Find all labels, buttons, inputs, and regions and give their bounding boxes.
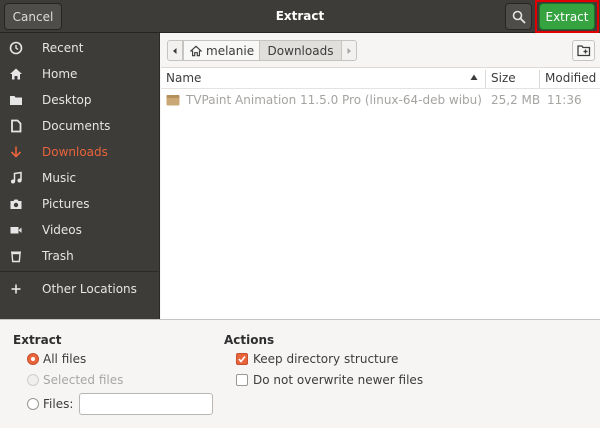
archive-icon [166, 95, 180, 106]
keep-structure-label: Keep directory structure [253, 352, 399, 366]
no-overwrite-checkbox[interactable]: Do not overwrite newer files [236, 373, 423, 387]
header-separator [161, 88, 600, 89]
chevron-right-icon [347, 47, 351, 54]
file-modified-cell: 11:36 [547, 93, 582, 107]
download-icon [8, 144, 24, 160]
sidebar-item-label: Recent [42, 41, 84, 55]
column-header-size-label: Size [491, 71, 516, 85]
search-icon [512, 10, 525, 23]
column-header-modified-label: Modified [545, 71, 597, 85]
keep-structure-checkbox[interactable]: Keep directory structure [236, 352, 398, 366]
column-header-modified[interactable]: Modified [545, 68, 600, 88]
sidebar-item-label: Documents [42, 119, 111, 133]
sidebar-item-label: Music [42, 171, 77, 185]
column-header-name[interactable]: Name [166, 68, 486, 88]
all-files-label: All files [43, 352, 87, 366]
music-icon [8, 170, 24, 186]
new-folder-icon [576, 45, 590, 57]
sidebar-item-desktop[interactable]: Desktop [0, 87, 160, 113]
actions-section-title: Actions [224, 333, 275, 347]
home-icon [8, 66, 24, 82]
file-size-cell: 25,2 MB [491, 93, 541, 107]
checkbox-checked [236, 353, 248, 365]
sidebar-item-label: Downloads [42, 145, 108, 159]
sidebar-item-label: Home [42, 67, 78, 81]
clock-icon [8, 40, 24, 56]
camera-icon [8, 196, 24, 212]
file-name: TVPaint Animation 11.5.0 Pro (linux-64-d… [186, 93, 484, 107]
radio-checked [27, 353, 39, 365]
sidebar-item-label: Other Locations [42, 282, 137, 296]
places-sidebar: Recent Home Desktop Documents Downloads … [0, 33, 160, 319]
document-icon [8, 118, 24, 134]
sidebar-item-pictures[interactable]: Pictures [0, 191, 160, 217]
header-bar: Cancel Extract Extract [0, 0, 600, 33]
chevron-left-icon [173, 47, 177, 54]
path-downloads-button[interactable]: Downloads [259, 40, 342, 61]
path-back-button[interactable] [167, 40, 183, 61]
sidebar-item-home[interactable]: Home [0, 61, 160, 87]
radio-unchecked [27, 398, 39, 410]
sidebar-separator [0, 271, 160, 272]
checkmark-icon [238, 356, 246, 363]
sidebar-item-trash[interactable]: Trash [0, 243, 160, 269]
sidebar-item-videos[interactable]: Videos [0, 217, 160, 243]
all-files-radio[interactable]: All files [27, 352, 86, 366]
search-button[interactable] [505, 3, 532, 30]
extract-section-title: Extract [13, 333, 62, 347]
file-list: Name Size Modified TVPaint Animation 11.… [161, 67, 600, 319]
radio-disabled [27, 374, 39, 386]
column-header-name-label: Name [166, 71, 202, 85]
selected-files-label: Selected files [43, 373, 124, 387]
sidebar-item-recent[interactable]: Recent [0, 35, 160, 61]
column-divider [485, 70, 486, 88]
extract-options-panel: Extract All files Selected files Files: … [0, 319, 600, 428]
no-overwrite-label: Do not overwrite newer files [253, 373, 424, 387]
path-bar: melanie Downloads [160, 33, 600, 67]
sidebar-item-other-locations[interactable]: Other Locations [0, 276, 160, 302]
home-icon [190, 45, 202, 56]
folder-icon [8, 92, 24, 108]
path-home-label: melanie [206, 43, 255, 58]
files-radio[interactable]: Files: [27, 397, 73, 411]
column-header-size[interactable]: Size [491, 68, 541, 88]
cancel-button[interactable]: Cancel [4, 3, 62, 30]
path-forward-button[interactable] [341, 40, 357, 61]
sidebar-item-label: Desktop [42, 93, 92, 107]
selected-files-radio[interactable]: Selected files [27, 373, 123, 387]
new-folder-button[interactable] [572, 40, 595, 61]
file-name-cell: TVPaint Animation 11.5.0 Pro (linux-64-d… [166, 91, 484, 109]
column-divider [539, 70, 540, 88]
path-home-button[interactable]: melanie [183, 40, 260, 61]
sidebar-item-label: Trash [42, 249, 74, 263]
sidebar-item-label: Pictures [42, 197, 90, 211]
files-pattern-input[interactable] [79, 393, 213, 415]
extract-button[interactable]: Extract [539, 3, 595, 30]
video-icon [8, 222, 24, 238]
files-label: Files: [43, 397, 74, 411]
plus-icon [8, 281, 24, 297]
sort-ascending-icon [470, 74, 478, 80]
sidebar-item-music[interactable]: Music [0, 165, 160, 191]
sidebar-item-downloads[interactable]: Downloads [0, 139, 160, 165]
trash-icon [8, 248, 24, 264]
sidebar-item-label: Videos [42, 223, 82, 237]
sidebar-item-documents[interactable]: Documents [0, 113, 160, 139]
checkbox-unchecked [236, 374, 248, 386]
